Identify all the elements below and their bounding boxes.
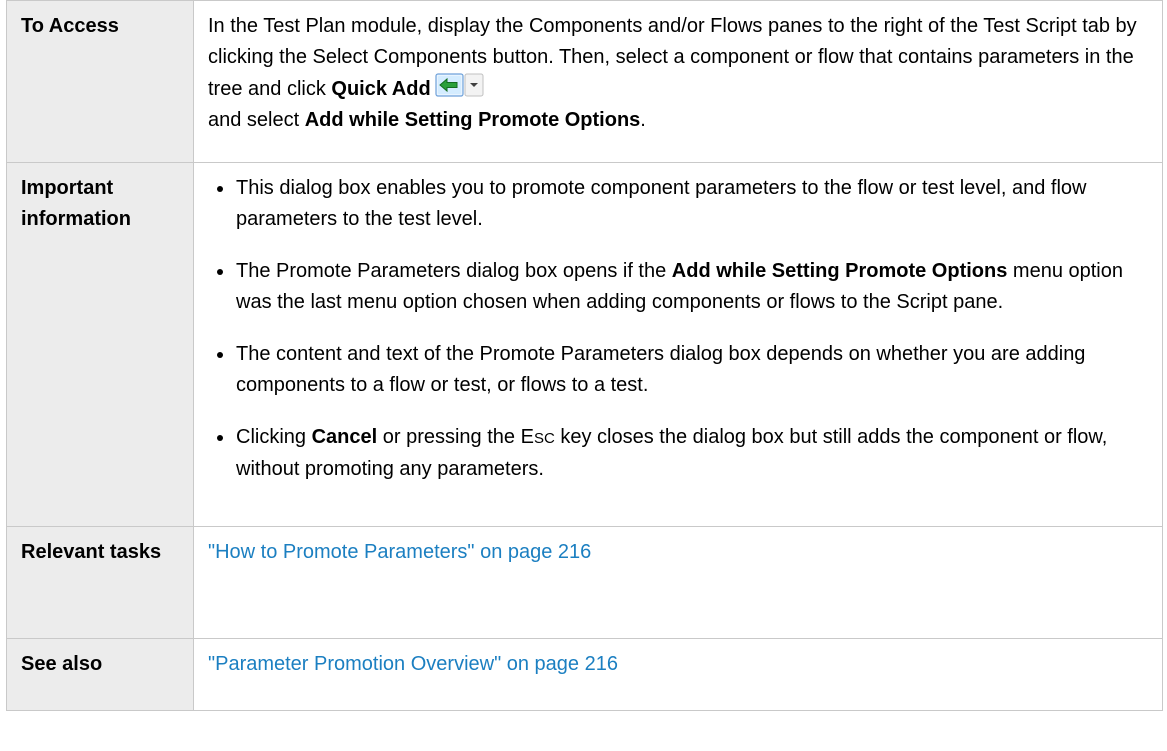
bullet-text: This dialog box enables you to promote c… — [236, 177, 1087, 230]
bullet-item-cancel: Clicking Cancel or pressing the ESC key … — [208, 422, 1152, 485]
bullet-item-promote: This dialog box enables you to promote c… — [208, 173, 1152, 235]
to-access-text-3: . — [640, 109, 646, 131]
link-how-to-promote-parameters[interactable]: "How to Promote Parameters" on page 216 — [208, 541, 591, 563]
quick-add-label: Quick Add — [331, 78, 431, 100]
row-see-also: See also "Parameter Promotion Overview" … — [6, 638, 1163, 711]
cancel-label: Cancel — [311, 426, 378, 448]
row-important-information: Important information This dialog box en… — [6, 162, 1163, 527]
bullet-text-bold: Add while Setting Promote Options — [671, 260, 1008, 282]
bullet-icon — [217, 435, 223, 441]
see-also-content: "Parameter Promotion Overview" on page 2… — [193, 638, 1163, 711]
bullet-icon — [217, 186, 223, 192]
row-relevant-tasks: Relevant tasks "How to Promote Parameter… — [6, 526, 1163, 639]
row-header-see-also: See also — [6, 638, 194, 711]
bullet-text-pre: The Promote Parameters dialog box opens … — [236, 260, 672, 282]
row-header-important-information: Important information — [6, 162, 194, 527]
bullet-item-dialog-opens: The Promote Parameters dialog box opens … — [208, 256, 1152, 318]
important-bullet-list: This dialog box enables you to promote c… — [208, 173, 1152, 485]
bullet-text-pre: Clicking — [236, 426, 312, 448]
esc-key-first: E — [520, 426, 534, 448]
info-table: To Access In the Test Plan module, displ… — [6, 0, 1163, 711]
bullet-text: The content and text of the Promote Para… — [236, 343, 1086, 396]
bullet-text-mid: or pressing the — [377, 426, 521, 448]
esc-key-rest: SC — [533, 430, 555, 447]
bullet-item-content: The content and text of the Promote Para… — [208, 339, 1152, 401]
important-information-content: This dialog box enables you to promote c… — [193, 162, 1163, 527]
to-access-text-2: and select — [208, 109, 305, 131]
to-access-description: In the Test Plan module, display the Com… — [193, 0, 1163, 163]
quick-add-icon — [435, 73, 485, 97]
row-to-access: To Access In the Test Plan module, displ… — [6, 0, 1163, 163]
link-parameter-promotion-overview[interactable]: "Parameter Promotion Overview" on page 2… — [208, 653, 618, 675]
bullet-icon — [217, 352, 223, 358]
row-header-relevant-tasks: Relevant tasks — [6, 526, 194, 639]
row-header-to-access: To Access — [6, 0, 194, 163]
bullet-icon — [217, 269, 223, 275]
add-while-setting-label: Add while Setting Promote Options — [304, 109, 641, 131]
relevant-tasks-content: "How to Promote Parameters" on page 216 — [193, 526, 1163, 639]
